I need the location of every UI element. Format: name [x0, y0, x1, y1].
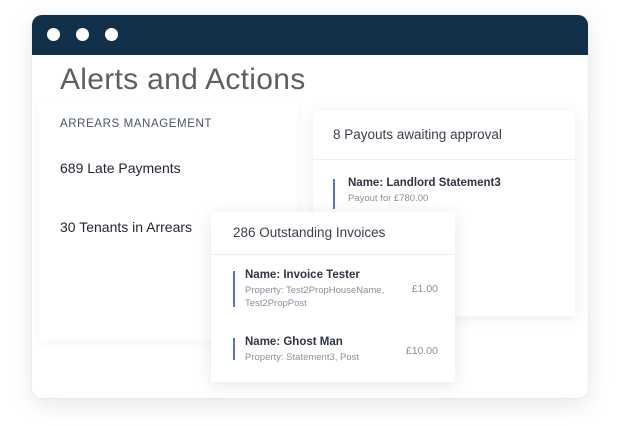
invoice-item-property: Property: Test2PropHouseName, Test2PropP…	[245, 284, 384, 310]
invoice-amount: £10.00	[405, 345, 438, 357]
tenants-in-arrears-stat[interactable]: 30 Tenants in Arrears	[60, 219, 192, 235]
invoice-item-title: Name: Invoice Tester	[245, 269, 360, 281]
app-window: Alerts and Actions ARREARS MANAGEMENT 68…	[32, 15, 588, 398]
invoice-property-line1: Property: Test2PropHouseName,	[245, 285, 385, 296]
window-titlebar	[32, 15, 588, 55]
arrears-heading: ARREARS MANAGEMENT	[60, 118, 213, 130]
page-title: Alerts and Actions	[60, 63, 306, 96]
invoice-accent-bar	[233, 271, 235, 307]
invoice-amount: £1.00	[411, 283, 438, 295]
invoice-property-line2: Test2PropPost	[245, 298, 307, 309]
payout-item-title: Name: Landlord Statement3	[348, 177, 501, 189]
late-payments-stat[interactable]: 689 Late Payments	[60, 160, 181, 176]
invoices-divider	[211, 254, 455, 255]
invoices-heading[interactable]: 286 Outstanding Invoices	[233, 225, 385, 240]
payout-accent-bar	[333, 179, 335, 209]
payouts-heading[interactable]: 8 Payouts awaiting approval	[333, 127, 502, 142]
payouts-divider	[313, 159, 575, 160]
invoice-accent-bar	[233, 338, 235, 360]
window-dot-3[interactable]	[105, 28, 118, 41]
payout-item-subtitle: Payout for £780.00	[348, 193, 429, 204]
invoice-item-property: Property: Statement3, Post	[245, 352, 360, 363]
window-dot-2[interactable]	[76, 28, 89, 41]
invoice-item-title: Name: Ghost Man	[245, 336, 343, 348]
invoices-card: 286 Outstanding Invoices Name: Invoice T…	[211, 212, 455, 382]
window-dot-1[interactable]	[47, 28, 60, 41]
